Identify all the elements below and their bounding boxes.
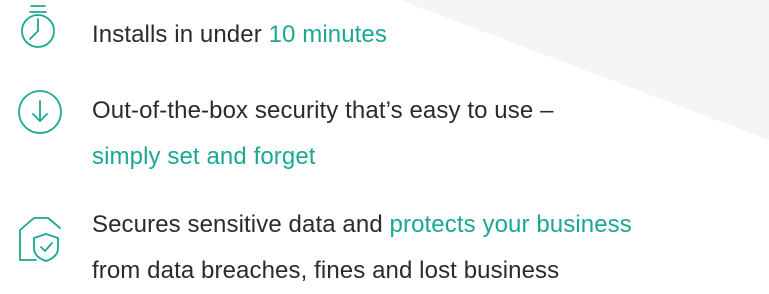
feature-text: Installs in under 10 minutes — [92, 12, 387, 58]
feature-highlight: simply set and forget — [92, 143, 316, 170]
feature-text: Secures sensitive data and protects your… — [92, 202, 632, 294]
feature-text-main: Secures sensitive data and — [92, 211, 390, 238]
feature-text-line2: from data breaches, fines and lost busin… — [92, 257, 560, 284]
shield-house-icon — [12, 210, 68, 266]
download-arrow-icon — [12, 84, 68, 140]
stopwatch-icon — [12, 4, 68, 60]
feature-text-main: Installs in under — [92, 21, 269, 48]
feature-list: Installs in under 10 minutes Out-of-the-… — [0, 0, 769, 294]
feature-text-line1: Out-of-the-box security that’s easy to u… — [92, 97, 554, 124]
feature-highlight: protects your business — [389, 211, 632, 238]
feature-highlight: 10 minutes — [268, 21, 387, 48]
feature-text: Out-of-the-box security that’s easy to u… — [92, 88, 554, 180]
